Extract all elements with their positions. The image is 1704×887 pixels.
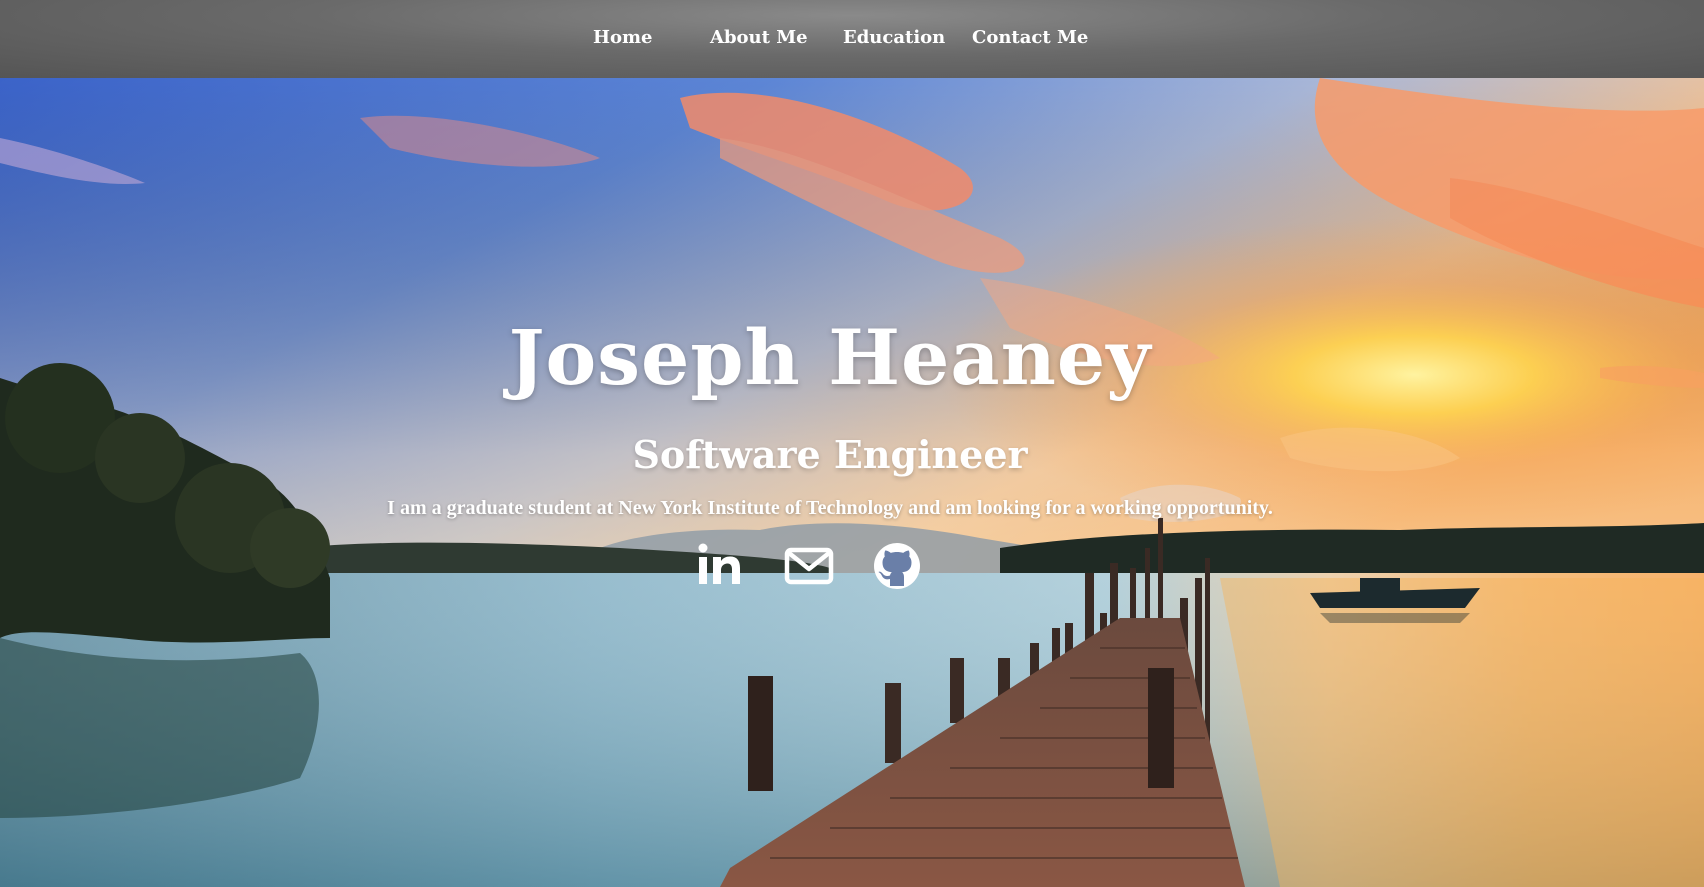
nav-links: Home About Me Education Contact Me — [0, 27, 1704, 51]
email-icon — [784, 547, 834, 585]
linkedin-icon — [698, 543, 740, 584]
hero-name-heading: Joseph Heaney — [508, 313, 1152, 402]
hero-description: I am a graduate student at New York Inst… — [387, 497, 1273, 519]
github-link[interactable] — [871, 540, 923, 592]
linkedin-link[interactable] — [694, 540, 746, 592]
hero-job-title: Software Engineer — [632, 432, 1028, 477]
hero-text-block: Joseph Heaney Software Engineer I am a g… — [0, 78, 1704, 887]
email-link[interactable] — [783, 540, 835, 592]
github-icon — [874, 543, 920, 589]
nav-about-link[interactable]: About Me — [710, 27, 808, 48]
nav-education-link[interactable]: Education — [843, 27, 945, 48]
hero-section: Joseph Heaney Software Engineer I am a g… — [0, 78, 1704, 887]
top-navbar: Home About Me Education Contact Me — [0, 0, 1704, 78]
nav-contact-link[interactable]: Contact Me — [972, 27, 1088, 48]
nav-home-link[interactable]: Home — [593, 27, 653, 48]
page: Home About Me Education Contact Me Josep… — [0, 0, 1704, 887]
